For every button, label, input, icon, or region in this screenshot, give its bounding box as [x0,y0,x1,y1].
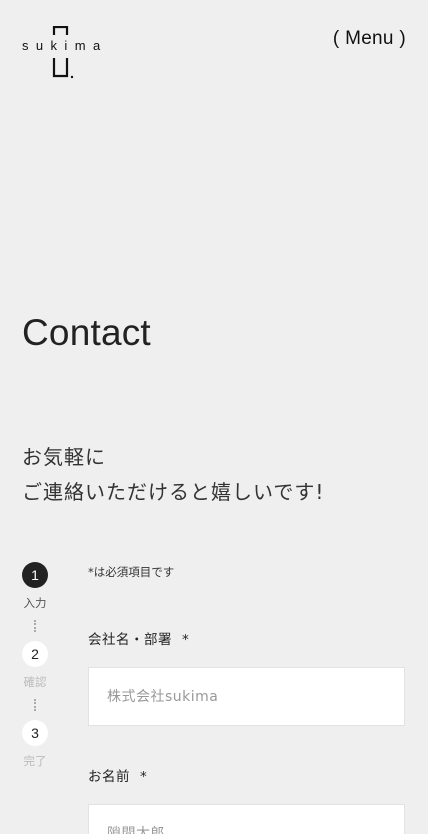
company-label-text: 会社名・部署 [88,632,172,648]
step-connector [34,699,38,711]
lead-line-1: お気軽に [22,445,106,469]
lead-line-2: ご連絡いただけると嬉しいです! [22,480,325,504]
step-number: 2 [22,641,48,667]
required-mark: * [140,769,148,785]
name-label-text: お名前 [88,769,130,785]
logo-mark-icon [52,26,74,79]
step-confirm: 2 確認 [22,641,48,689]
step-label: 完了 [23,754,47,768]
logo-text: sukima [22,38,108,53]
contact-page: sukima ( Menu ) Contact お気軽に ご連絡いただけると嬉し… [0,0,428,834]
step-label: 確認 [23,675,47,689]
lead-text: お気軽に ご連絡いただけると嬉しいです! [22,440,324,510]
page-title: Contact [22,312,151,353]
menu-button[interactable]: ( Menu ) [333,28,406,50]
step-number: 1 [22,562,48,588]
sukima-logo[interactable]: sukima [22,26,106,80]
step-input: 1 入力 [22,562,48,610]
name-field-label: お名前 * [88,765,147,785]
required-note: *は必須項目です [88,565,175,579]
step-label: 入力 [23,596,47,610]
company-input[interactable] [88,667,405,726]
step-number: 3 [22,720,48,746]
step-complete: 3 完了 [22,720,48,768]
required-mark: * [182,632,190,648]
step-connector [34,620,38,632]
company-field-label: 会社名・部署 * [88,628,189,648]
name-input[interactable] [88,804,405,834]
